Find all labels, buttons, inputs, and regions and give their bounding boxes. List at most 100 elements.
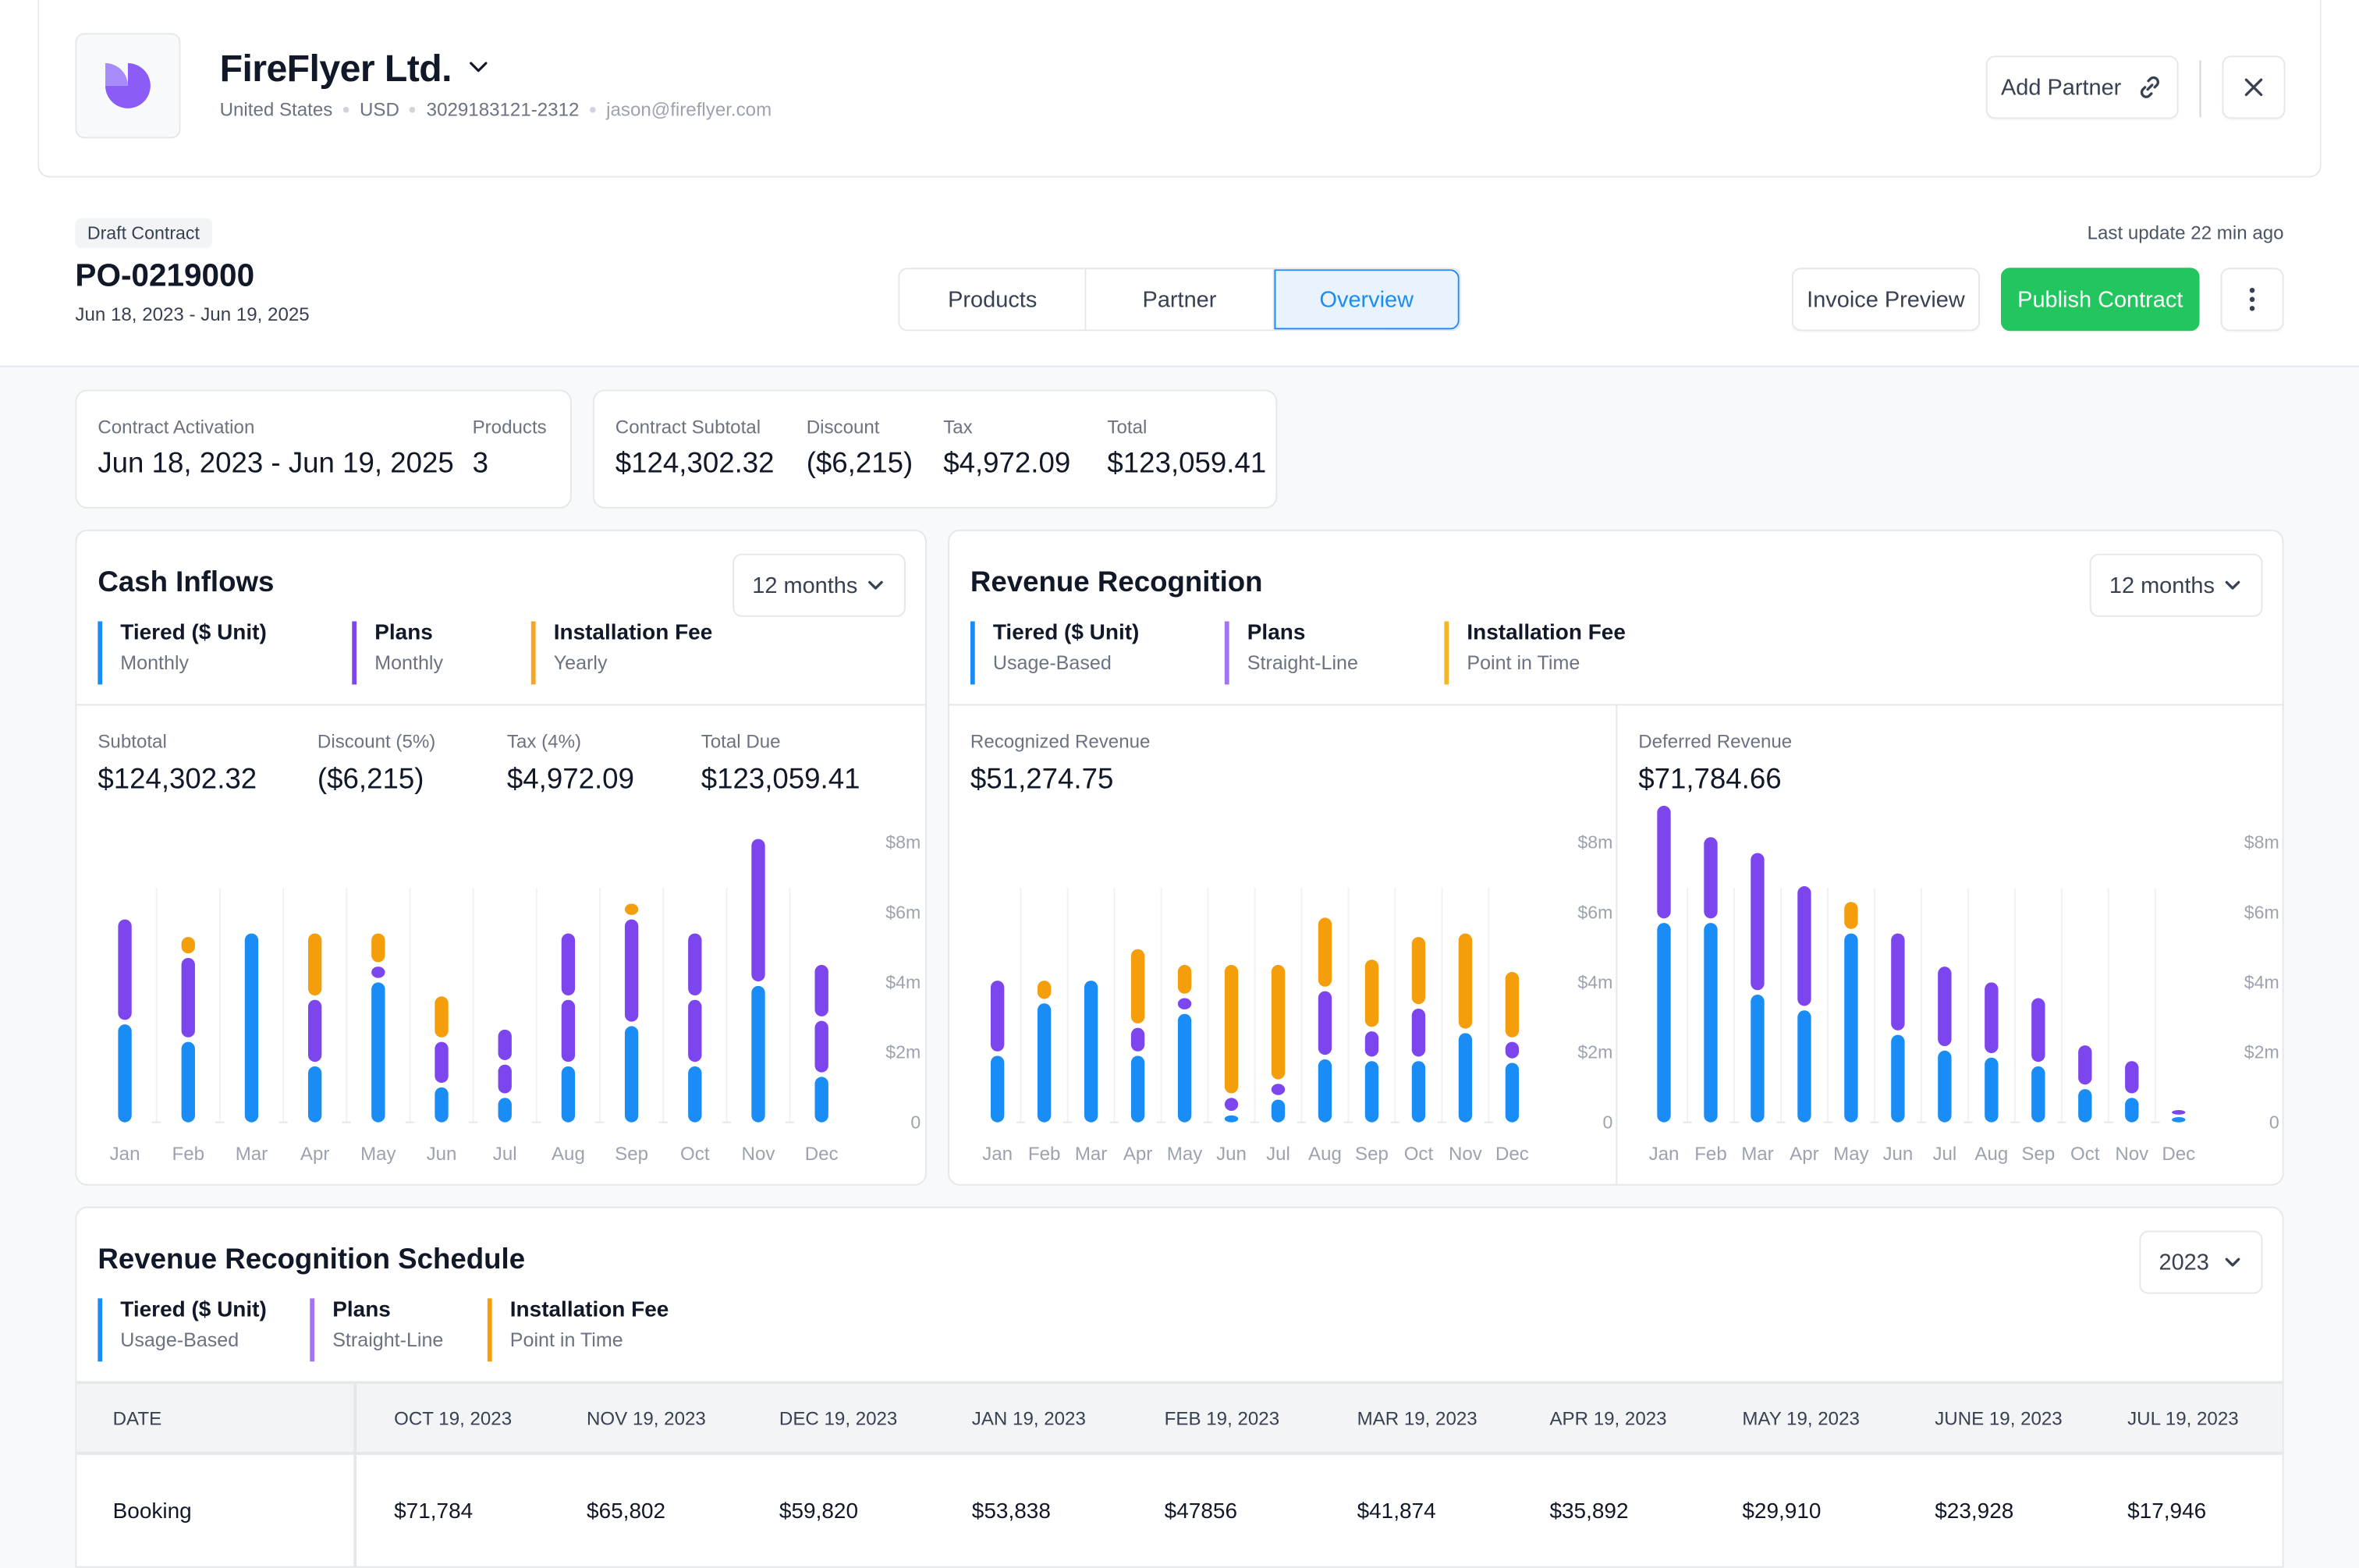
tab-products[interactable]: Products xyxy=(899,269,1087,330)
bar-segment-tiered[interactable] xyxy=(1891,1034,1905,1123)
bar-segment-plans[interactable] xyxy=(751,839,765,982)
bar-segment-installation[interactable] xyxy=(1271,964,1286,1080)
bar-segment-plans[interactable] xyxy=(1224,1098,1239,1111)
bar-segment-tiered[interactable] xyxy=(498,1098,512,1123)
bar-segment-tiered[interactable] xyxy=(435,1087,449,1123)
bar-segment-plans[interactable] xyxy=(2172,1110,2186,1115)
bar-segment-tiered[interactable] xyxy=(1797,1010,1811,1123)
bar-segment-installation[interactable] xyxy=(1364,960,1379,1027)
bar-segment-tiered[interactable] xyxy=(2078,1089,2092,1123)
bar-segment-plans[interactable] xyxy=(1751,853,1765,991)
bar-segment-plans[interactable] xyxy=(561,933,576,995)
bar-segment-tiered[interactable] xyxy=(1271,1099,1286,1123)
bar-segment-tiered[interactable] xyxy=(814,1077,828,1123)
close-button[interactable] xyxy=(2222,55,2286,119)
bar-segment-plans[interactable] xyxy=(1657,805,1671,919)
bar-segment-plans[interactable] xyxy=(1177,998,1192,1009)
cash-period-select[interactable]: 12 months xyxy=(733,553,906,617)
bar-segment-tiered[interactable] xyxy=(1318,1059,1332,1123)
invoice-preview-button[interactable]: Invoice Preview xyxy=(1791,268,1980,332)
bar-segment-tiered[interactable] xyxy=(1505,1062,1520,1123)
year-select[interactable]: 2023 xyxy=(2139,1230,2263,1294)
bar-segment-plans[interactable] xyxy=(624,919,639,1022)
bar-segment-installation[interactable] xyxy=(1458,933,1473,1029)
bar-segment-installation[interactable] xyxy=(181,937,195,954)
bar-segment-tiered[interactable] xyxy=(2125,1098,2139,1123)
add-partner-button[interactable]: Add Partner xyxy=(1985,55,2179,119)
bar-segment-tiered[interactable] xyxy=(1938,1050,1952,1123)
revenue-period-select[interactable]: 12 months xyxy=(2089,553,2263,617)
bar-segment-plans[interactable] xyxy=(371,967,385,978)
bar-segment-plans[interactable] xyxy=(435,1041,449,1084)
bar-segment-tiered[interactable] xyxy=(244,933,259,1123)
bar-segment-plans[interactable] xyxy=(1130,1027,1145,1052)
bar-segment-installation[interactable] xyxy=(624,903,639,915)
bar-segment-plans[interactable] xyxy=(2125,1061,2139,1094)
bar-segment-tiered[interactable] xyxy=(1985,1057,1999,1123)
bar-segment-tiered[interactable] xyxy=(307,1066,322,1123)
bar-segment-plans[interactable] xyxy=(1505,1041,1520,1059)
bar-segment-tiered[interactable] xyxy=(1411,1061,1426,1123)
bar-segment-tiered[interactable] xyxy=(118,1024,132,1123)
bar-segment-tiered[interactable] xyxy=(624,1026,639,1123)
bar-segment-plans[interactable] xyxy=(498,1064,512,1094)
bar-segment-installation[interactable] xyxy=(1037,981,1052,999)
bar-segment-plans[interactable] xyxy=(688,933,702,995)
bar-segment-installation[interactable] xyxy=(1130,949,1145,1023)
bar-segment-plans[interactable] xyxy=(1411,1008,1426,1057)
chevron-down-icon[interactable] xyxy=(465,54,492,81)
bar-segment-plans[interactable] xyxy=(688,999,702,1062)
bar-segment-installation[interactable] xyxy=(435,996,449,1038)
bar-segment-installation[interactable] xyxy=(1177,964,1192,994)
bar-segment-plans[interactable] xyxy=(1364,1031,1379,1057)
bar-segment-tiered[interactable] xyxy=(371,982,385,1123)
bar-segment-tiered[interactable] xyxy=(751,985,765,1123)
bar-segment-tiered[interactable] xyxy=(1084,981,1098,1123)
bar-segment-tiered[interactable] xyxy=(990,1055,1005,1123)
bar-segment-tiered[interactable] xyxy=(181,1041,195,1123)
bar-segment-installation[interactable] xyxy=(1844,902,1858,929)
bar-segment-tiered[interactable] xyxy=(1130,1055,1145,1123)
bar-segment-plans[interactable] xyxy=(561,999,576,1062)
bar-segment-installation[interactable] xyxy=(307,933,322,995)
bar-segment-installation[interactable] xyxy=(1318,917,1332,987)
more-options-button[interactable] xyxy=(2220,268,2284,332)
bar-segment-plans[interactable] xyxy=(1985,982,1999,1053)
bar-segment-tiered[interactable] xyxy=(1844,933,1858,1123)
bar-segment-tiered[interactable] xyxy=(1364,1061,1379,1123)
bar-segment-plans[interactable] xyxy=(498,1029,512,1060)
bar-segment-plans[interactable] xyxy=(1797,886,1811,1006)
bar-segment-tiered[interactable] xyxy=(2031,1066,2045,1123)
bar-segment-plans[interactable] xyxy=(1891,933,1905,1031)
bar-segment-plans[interactable] xyxy=(181,957,195,1038)
publish-contract-button[interactable]: Publish Contract xyxy=(2000,268,2200,332)
bar-segment-tiered[interactable] xyxy=(1177,1013,1192,1123)
bar-segment-tiered[interactable] xyxy=(1037,1003,1052,1123)
bar-segment-tiered[interactable] xyxy=(1751,995,1765,1123)
bar-segment-plans[interactable] xyxy=(1271,1084,1286,1095)
bar-segment-plans[interactable] xyxy=(1318,991,1332,1055)
company-email[interactable]: jason@fireflyer.com xyxy=(606,99,772,120)
bar-segment-plans[interactable] xyxy=(814,964,828,1016)
bar-segment-plans[interactable] xyxy=(990,981,1005,1052)
bar-segment-plans[interactable] xyxy=(307,999,322,1062)
bar-segment-plans[interactable] xyxy=(2031,998,2045,1062)
bar-segment-plans[interactable] xyxy=(118,919,132,1020)
bar-segment-tiered[interactable] xyxy=(1704,923,1718,1123)
bar-segment-tiered[interactable] xyxy=(1224,1115,1239,1123)
bar-segment-installation[interactable] xyxy=(371,933,385,963)
bar-segment-plans[interactable] xyxy=(814,1020,828,1073)
bar-segment-installation[interactable] xyxy=(1411,937,1426,1005)
bar-segment-installation[interactable] xyxy=(1505,971,1520,1038)
tab-overview[interactable]: Overview xyxy=(1273,269,1460,330)
bar-segment-installation[interactable] xyxy=(1224,964,1239,1094)
bar-segment-plans[interactable] xyxy=(2078,1045,2092,1085)
bar-segment-plans[interactable] xyxy=(1704,837,1718,919)
bar-segment-tiered[interactable] xyxy=(1657,923,1671,1123)
bar-segment-plans[interactable] xyxy=(1938,967,1952,1047)
bar-segment-tiered[interactable] xyxy=(2172,1116,2186,1123)
bar-segment-tiered[interactable] xyxy=(688,1066,702,1123)
tab-partner[interactable]: Partner xyxy=(1087,269,1274,330)
bar-segment-tiered[interactable] xyxy=(561,1066,576,1123)
bar-segment-tiered[interactable] xyxy=(1458,1033,1473,1123)
